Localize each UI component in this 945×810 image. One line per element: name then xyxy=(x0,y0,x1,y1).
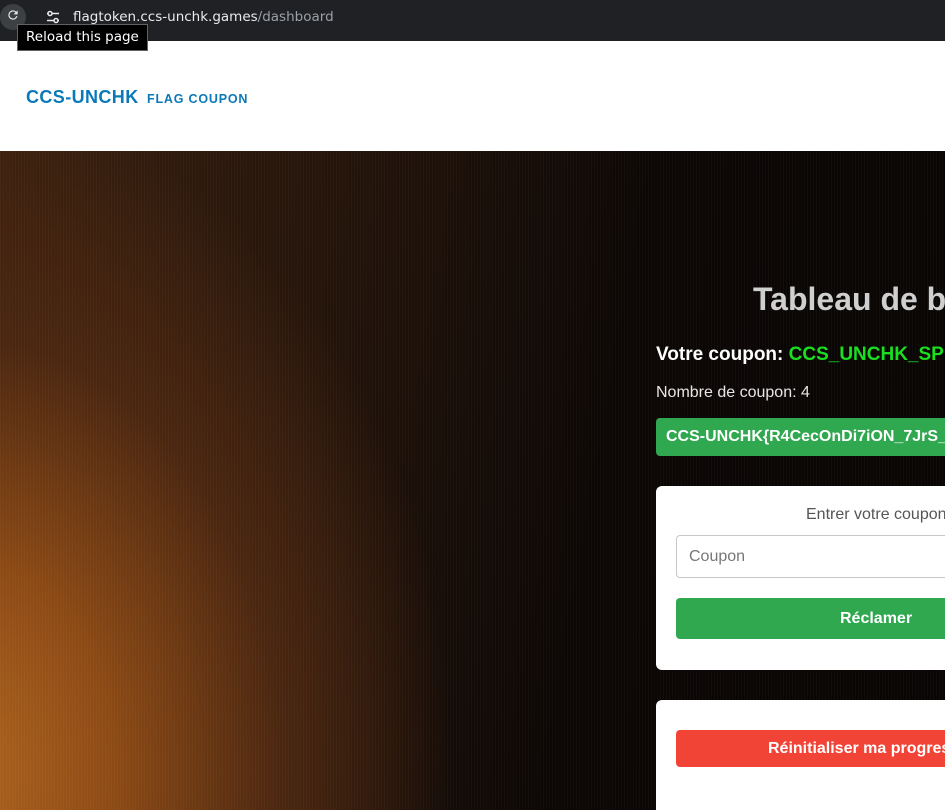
coupon-input-label: Entrer votre coupon xyxy=(806,506,945,523)
coupon-input[interactable] xyxy=(676,535,945,578)
hero-section: Tableau de b Votre coupon: CCS_UNCHK_SPE… xyxy=(0,151,945,810)
coupon-code: CCS_UNCHK_SPE xyxy=(788,344,945,365)
reset-card: Réinitialiser ma progres xyxy=(656,700,945,810)
coupon-count: Nombre de coupon: 4 xyxy=(656,384,810,401)
reload-tooltip: Reload this page xyxy=(17,24,148,51)
brand-logo[interactable]: CCS-UNCHK FLAG COUPON xyxy=(26,87,248,108)
reset-progress-button[interactable]: Réinitialiser ma progres xyxy=(676,730,945,767)
claim-card: Entrer votre coupon Réclamer xyxy=(656,486,945,670)
claim-button[interactable]: Réclamer xyxy=(676,598,945,639)
brand-subtitle: FLAG COUPON xyxy=(147,92,249,106)
coupon-label: Votre coupon: xyxy=(656,344,784,365)
coupon-info: Votre coupon: CCS_UNCHK_SPE xyxy=(656,344,945,366)
site-info-button[interactable] xyxy=(45,9,61,25)
site-header: CCS-UNCHK FLAG COUPON xyxy=(0,41,945,151)
url-domain: flagtoken.ccs-unchk.games xyxy=(73,9,258,25)
address-bar[interactable]: flagtoken.ccs-unchk.games/dashboard xyxy=(73,9,334,25)
url-path: /dashboard xyxy=(257,9,334,25)
page-title: Tableau de b xyxy=(753,281,945,317)
brand-name: CCS-UNCHK xyxy=(26,87,139,107)
flag-banner: CCS-UNCHK{R4CecOnDi7iON_7JrS_ xyxy=(656,418,945,456)
